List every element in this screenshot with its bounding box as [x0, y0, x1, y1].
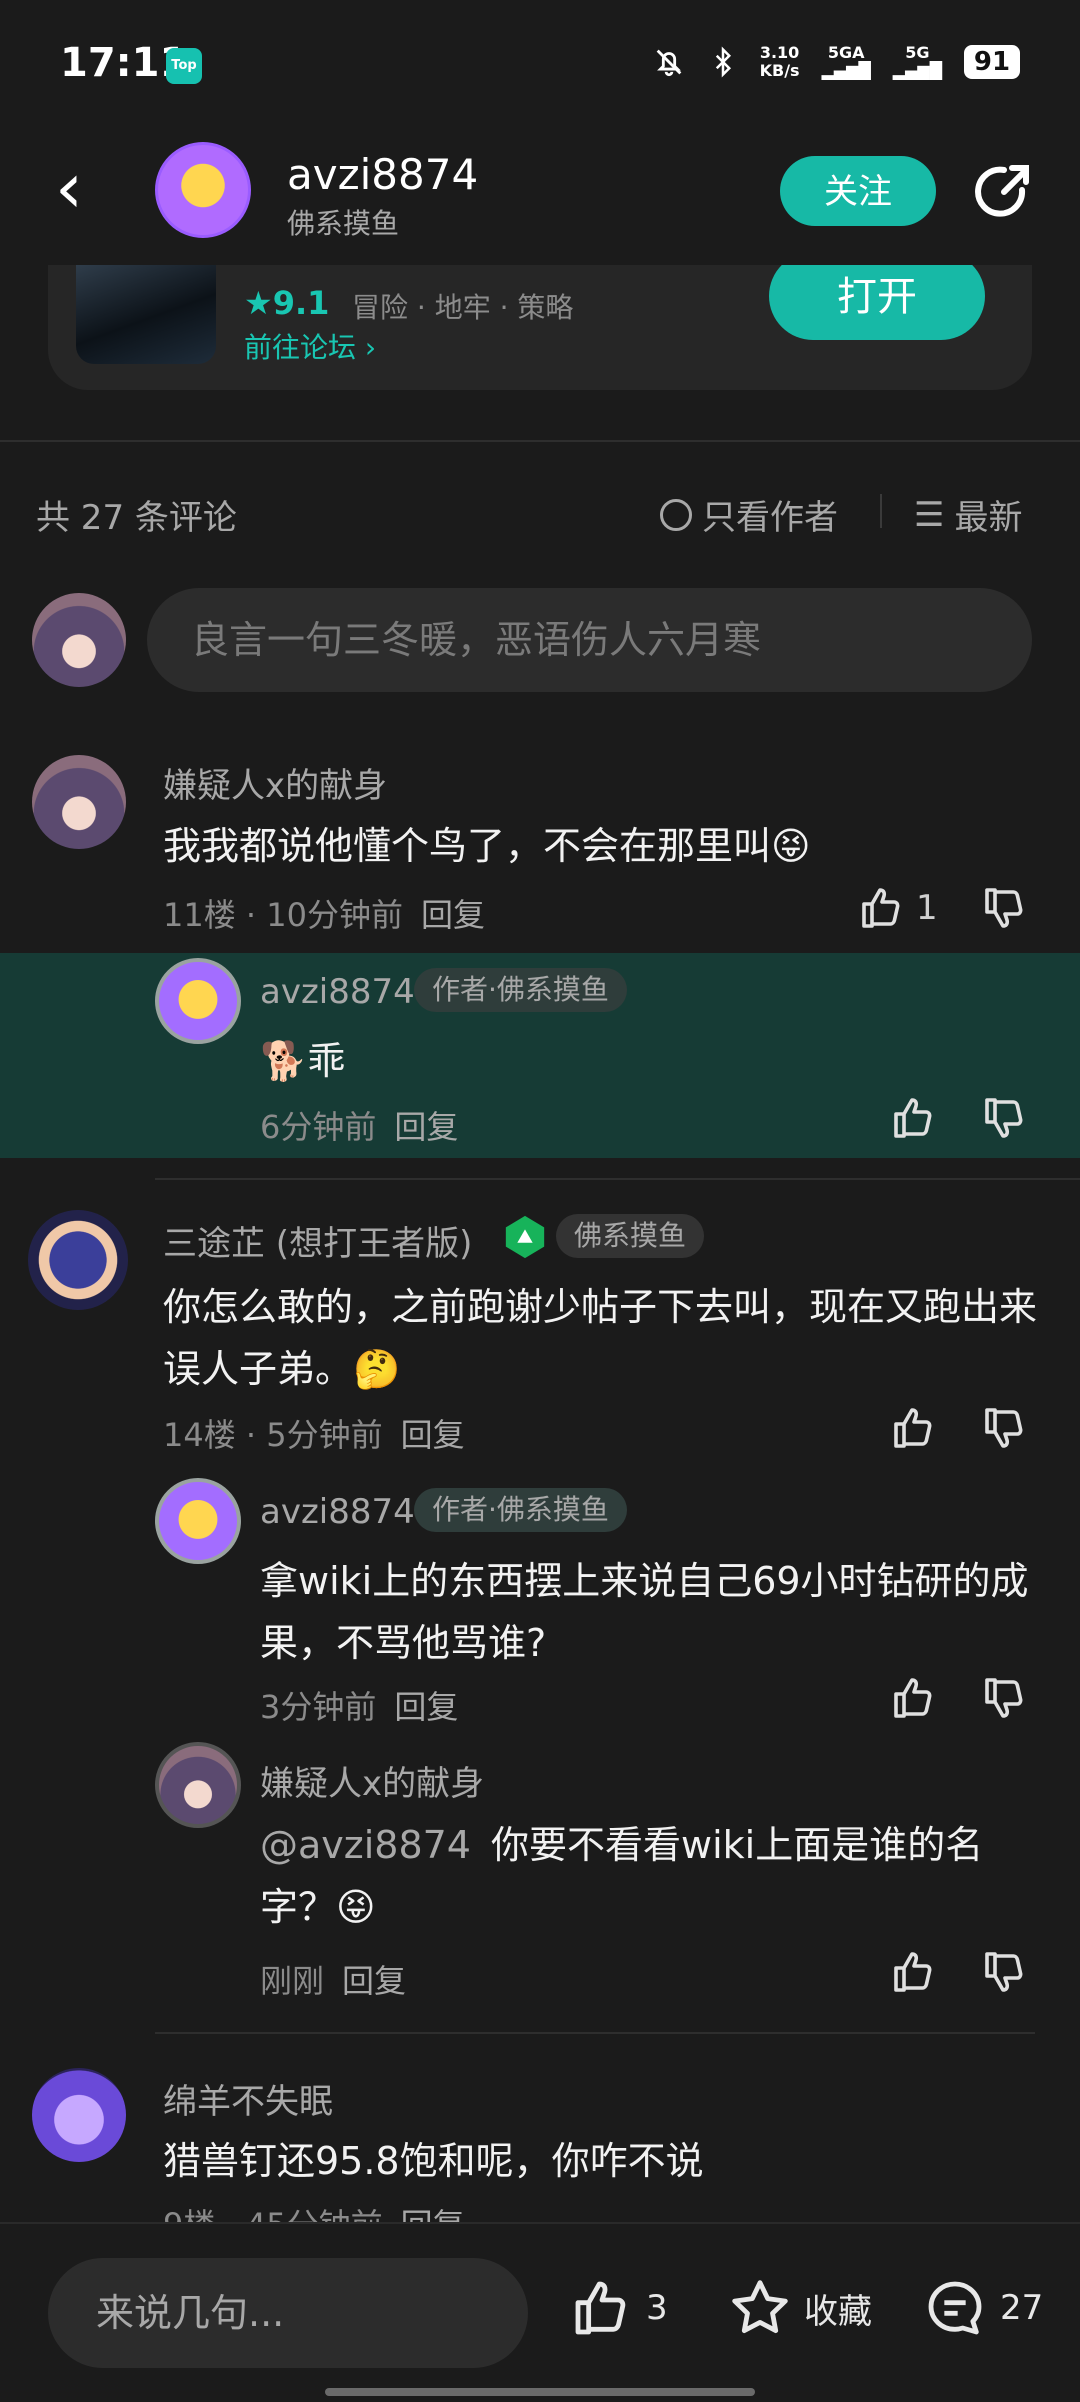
forum-link[interactable]: 前往论坛 ›	[244, 326, 376, 366]
reply-username[interactable]: avzi8874	[260, 1492, 415, 1532]
reply-link[interactable]: 回复	[394, 1108, 458, 1146]
star-outline-icon	[732, 2280, 788, 2334]
thumbs-up-icon[interactable]	[890, 1404, 938, 1452]
taptap-notification-icon: Top	[166, 48, 202, 84]
reply-avatar[interactable]	[155, 1478, 241, 1564]
bottom-comment-input[interactable]: 来说几句...	[48, 2258, 528, 2368]
user-badge: 佛系摸鱼	[556, 1214, 705, 1258]
post-header: ‹ avzi8874 佛系摸鱼 关注	[0, 130, 1080, 265]
comment-avatar[interactable]	[32, 755, 126, 849]
mention-link[interactable]: @avzi8874	[260, 1823, 471, 1867]
follow-button[interactable]: 关注	[780, 156, 936, 226]
comments-button[interactable]: 27	[922, 2276, 1043, 2340]
thumbs-up-icon[interactable]	[890, 1094, 938, 1142]
reply-username[interactable]: avzi8874	[260, 972, 415, 1012]
divider	[880, 494, 882, 528]
thumbs-down-icon[interactable]	[981, 1094, 1029, 1142]
thumbs-up-icon	[862, 888, 900, 928]
comment-text: 我我都说他懂个鸟了，不会在那里叫😝	[163, 824, 811, 868]
network-speed: 3.10 KB/s	[759, 43, 800, 80]
reply-link[interactable]: 回复	[394, 1688, 458, 1726]
author-avatar[interactable]	[155, 142, 251, 238]
reply-meta: 6分钟前 回复	[260, 1108, 459, 1146]
comment-avatar[interactable]	[28, 1210, 128, 1310]
sort-button[interactable]: ☰ 最新	[914, 490, 1022, 539]
reply-text: @avzi8874 你要不看看wiki上面是谁的名字？😝	[260, 1823, 984, 1929]
favorite-button[interactable]: 收藏	[728, 2276, 872, 2340]
comment-username[interactable]: 绵羊不失眠	[163, 2074, 333, 2123]
sort-lines-icon: ☰	[914, 494, 945, 535]
comment-avatar[interactable]	[32, 2068, 126, 2162]
section-divider	[0, 440, 1080, 442]
comment-text: 猎兽钉还95.8饱和呢，你咋不说	[163, 2139, 704, 2183]
radio-circle-icon	[660, 498, 692, 531]
game-rating: ★9.1	[244, 284, 330, 322]
divider	[155, 1178, 1080, 1180]
thumbs-down-icon[interactable]	[981, 1948, 1029, 1996]
signal-5ga-icon: 5GA ▂▄▆█	[821, 43, 871, 80]
comment-count: 共 27 条评论	[36, 498, 237, 538]
comment-username[interactable]: 嫌疑人x的献身	[163, 758, 387, 807]
divider	[155, 2032, 1035, 2034]
chevron-right-icon: ›	[356, 331, 377, 364]
reply-link[interactable]: 回复	[401, 1416, 465, 1454]
signal-5g-icon: 5G ▂▄▆█	[892, 43, 942, 80]
home-indicator[interactable]	[325, 2388, 755, 2396]
thumbs-down-icon[interactable]	[981, 1404, 1029, 1452]
star-icon: ★	[244, 284, 273, 322]
back-arrow-icon[interactable]: ‹	[55, 153, 83, 223]
comment-username[interactable]: 三途芷 (想打王者版)	[163, 1216, 472, 1265]
author-title: 佛系摸鱼	[287, 207, 400, 240]
share-icon[interactable]	[970, 160, 1034, 224]
status-bar: 17:11 Top 3.10 KB/s 5GA ▂▄▆█ 5G ▂▄▆█ 91	[0, 0, 1080, 130]
open-game-button[interactable]: 打开	[769, 252, 985, 340]
author-badge: 作者·佛系摸鱼	[414, 968, 627, 1012]
status-icons: 3.10 KB/s 5GA ▂▄▆█ 5G ▂▄▆█ 91	[652, 44, 1020, 80]
thumbs-up-icon[interactable]	[890, 1674, 938, 1722]
comment-meta: 11楼 · 10分钟前 回复	[163, 896, 485, 934]
game-tags: 冒险 · 地牢 · 策略	[352, 291, 574, 324]
reply-username[interactable]: 嫌疑人x的献身	[260, 1756, 484, 1805]
mute-bell-icon	[656, 49, 681, 77]
battery-icon: 91	[964, 45, 1020, 79]
bluetooth-icon	[715, 46, 731, 78]
reply-link[interactable]: 回复	[342, 1962, 406, 2000]
reply-link[interactable]: 回复	[421, 896, 485, 934]
author-badge: 作者·佛系摸鱼	[414, 1488, 627, 1532]
thumbs-down-icon[interactable]	[981, 1674, 1029, 1722]
bottom-action-bar: 来说几句... 3 收藏 27	[0, 2222, 1080, 2402]
post-like-button[interactable]: 3	[570, 2276, 668, 2340]
my-avatar[interactable]	[32, 593, 126, 687]
reply-meta: 刚刚 回复	[260, 1962, 407, 2000]
reply-avatar[interactable]	[155, 958, 241, 1044]
comment-bubble-icon	[928, 2281, 982, 2335]
reply-meta: 3分钟前 回复	[260, 1688, 459, 1726]
comment-text: 你怎么敢的，之前跑谢少帖子下去叫，现在又跑出来误人子弟。🤔	[163, 1285, 1038, 1391]
only-author-toggle[interactable]: 只看作者	[660, 490, 838, 539]
thumbs-up-icon	[575, 2281, 626, 2335]
author-name[interactable]: avzi8874	[287, 150, 478, 199]
reply-text: 🐕乖	[260, 1039, 346, 1083]
reply-text: 拿wiki上的东西摆上来说自己69小时钻研的成果，不骂他骂谁?	[260, 1559, 1029, 1665]
thumbs-down-icon[interactable]	[981, 884, 1029, 932]
comment-meta: 14楼 · 5分钟前 回复	[163, 1416, 465, 1454]
reply-avatar[interactable]	[155, 1742, 241, 1828]
comment-input[interactable]: 良言一句三冬暖，恶语伤人六月寒	[147, 588, 1032, 692]
level-hexagon-icon	[505, 1215, 545, 1259]
thumbs-up-icon[interactable]	[890, 1948, 938, 1996]
like-button[interactable]: 1	[858, 884, 938, 932]
